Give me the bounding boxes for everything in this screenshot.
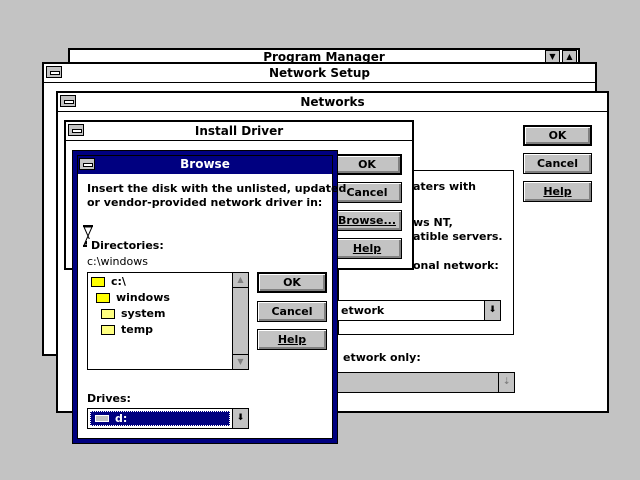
folder-icon [101,309,115,319]
help-button[interactable]: Help [332,238,402,259]
scroll-down-button[interactable]: ▼ [233,354,248,369]
browse-dialog: Browse Insert the disk with the unlisted… [72,150,351,444]
list-item[interactable]: windows [96,290,170,306]
ok-button[interactable]: OK [332,154,402,175]
open-folder-icon [91,277,105,287]
chevron-down-icon[interactable]: ⬇ [232,409,248,428]
instructions-line-2: or vendor-provided network driver in: [87,196,323,209]
browse-button[interactable]: Browse... [332,210,402,231]
ok-button[interactable]: OK [523,125,592,146]
browse-client-area: Browse Insert the disk with the unlisted… [77,155,351,439]
option-text-4: onal network: [413,259,499,272]
ok-button[interactable]: OK [257,272,327,293]
drives-select[interactable]: d: ⬇ [87,408,249,429]
current-path: c:\windows [87,255,148,268]
vertical-scrollbar[interactable]: ▲ ▼ [232,273,248,369]
network-setup-titlebar[interactable]: Network Setup [44,64,595,83]
browse-titlebar[interactable]: Browse [78,156,332,174]
help-button[interactable]: Help [257,329,327,350]
network-select-value: etwork [341,304,385,317]
directory-list[interactable]: c:\ windows system temp ▲ ▼ [87,272,249,370]
option-text-1: aters with [413,180,476,193]
networks-titlebar[interactable]: Networks [58,93,607,112]
chevron-down-icon[interactable]: ⇣ [498,373,514,392]
drives-label: Drives: [87,392,131,405]
additional-network-select[interactable]: ⇣ [328,372,515,393]
directories-label: Directories: [87,239,164,252]
system-menu-button[interactable] [60,95,76,107]
list-item[interactable]: c:\ [91,274,126,290]
system-menu-button[interactable] [79,158,95,170]
install-driver-title: Install Driver [194,124,284,138]
system-menu-button[interactable] [68,124,84,136]
option-text-2: ws NT, [413,216,453,229]
networks-title: Networks [300,95,365,109]
list-item[interactable]: system [101,306,165,322]
cancel-button[interactable]: Cancel [523,153,592,174]
drive-icon [95,415,109,422]
open-folder-icon [96,293,110,303]
help-button[interactable]: Help [523,181,592,202]
instructions-line-1: Insert the disk with the unlisted, updat… [87,182,351,195]
network-only-label: etwork only: [343,351,421,364]
drive-selected: d: [90,411,230,426]
option-text-3: atible servers. [413,230,503,243]
scroll-up-button[interactable]: ▲ [233,273,248,288]
browse-title: Browse [180,157,230,171]
network-setup-title: Network Setup [269,66,370,80]
chevron-down-icon[interactable]: ⬇ [484,301,500,320]
folder-icon [101,325,115,335]
system-menu-button[interactable] [46,66,62,78]
install-driver-titlebar[interactable]: Install Driver [66,122,412,141]
drive-value: d: [115,412,128,425]
network-select[interactable]: etwork ⬇ [328,300,501,321]
list-item[interactable]: temp [101,322,153,338]
cancel-button[interactable]: Cancel [257,301,327,322]
